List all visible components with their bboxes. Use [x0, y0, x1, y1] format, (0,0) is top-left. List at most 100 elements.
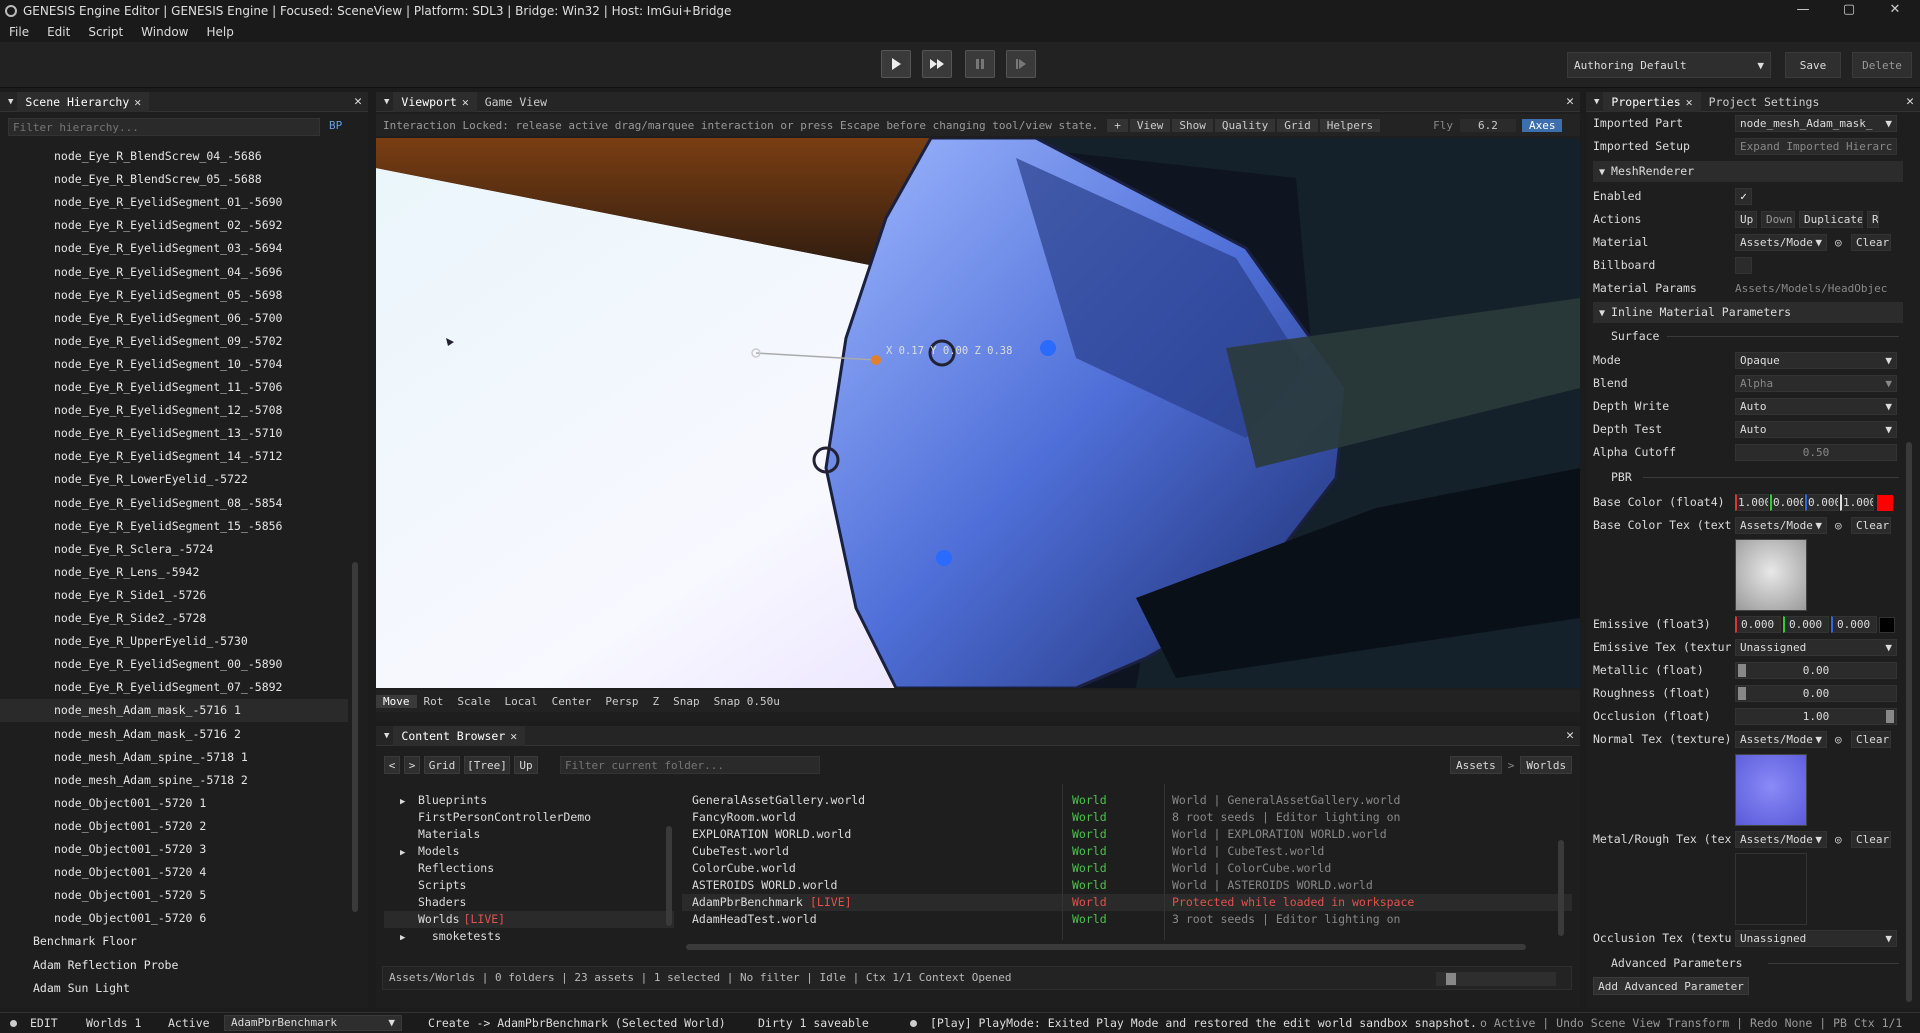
asset-list-vscrollbar[interactable]	[1558, 840, 1564, 936]
hierarchy-item[interactable]: node_Eye_R_Side2_-5728	[0, 607, 348, 630]
emissive-r[interactable]: 0.000	[1735, 616, 1781, 633]
folder-item[interactable]: ▶ __smoketests	[384, 928, 674, 940]
hierarchy-item[interactable]: node_Eye_R_EyelidSegment_05_-5698	[0, 284, 348, 307]
forward-button[interactable]: >	[404, 756, 420, 774]
move-tool-button[interactable]: Move	[376, 694, 417, 708]
inline-material-header[interactable]: ▼ Inline Material Parameters	[1593, 302, 1903, 323]
up-folder-button[interactable]: Up	[514, 756, 538, 774]
hierarchy-item[interactable]: node_mesh_Adam_spine_-5718 2	[0, 769, 348, 792]
occlusion-slider[interactable]: 1.00	[1735, 708, 1897, 725]
add-advanced-parameter-button[interactable]: Add Advanced Parameter	[1593, 977, 1749, 995]
hierarchy-item[interactable]: node_Eye_R_EyelidSegment_06_-5700	[0, 307, 348, 330]
close-tab-icon[interactable]: ✕	[1686, 95, 1693, 109]
hierarchy-item[interactable]: node_Eye_R_LowerEyelid_-5722	[0, 468, 348, 491]
hierarchy-item[interactable]: node_Eye_R_EyelidSegment_02_-5692	[0, 214, 348, 237]
folder-item[interactable]: ▶ Blueprints	[384, 792, 674, 809]
depth-test-combo[interactable]: Auto ▼	[1735, 421, 1897, 438]
snap-toggle[interactable]: Snap	[666, 695, 707, 708]
viewport-render[interactable]	[376, 138, 1580, 688]
folder-item[interactable]: Worlds [LIVE]	[384, 911, 674, 928]
grid-menu-button[interactable]: Grid	[1277, 118, 1318, 132]
asset-row[interactable]: FancyRoom.world World 8 root seeds | Edito…	[682, 809, 1572, 826]
helpers-menu-button[interactable]: Helpers	[1319, 118, 1381, 132]
tree-expand-icon[interactable]: ▶	[384, 930, 410, 940]
z-axis-toggle[interactable]: Z	[646, 695, 667, 708]
base-color-g[interactable]: 0.000	[1770, 494, 1804, 511]
occlusion-tex-combo[interactable]: Unassigned ▼	[1735, 930, 1897, 947]
layout-combo[interactable]: Authoring Default ▼	[1567, 52, 1771, 78]
hierarchy-item[interactable]: node_Eye_R_EyelidSegment_15_-5856	[0, 515, 348, 538]
tab-scene-hierarchy[interactable]: Scene Hierarchy ✕	[17, 91, 150, 112]
folder-item[interactable]: Scripts	[384, 877, 674, 894]
collapse-icon[interactable]: ▼	[384, 97, 389, 107]
quality-menu-button[interactable]: Quality	[1214, 118, 1276, 132]
menu-window[interactable]: Window	[132, 25, 197, 39]
base-color-a[interactable]: 1.000	[1840, 494, 1874, 511]
hierarchy-item[interactable]: node_mesh_Adam_spine_-5718 1	[0, 746, 348, 769]
metallic-slider[interactable]: 0.00	[1735, 662, 1897, 679]
tab-properties[interactable]: Properties ✕	[1603, 91, 1701, 112]
base-color-swatch[interactable]	[1877, 495, 1893, 511]
show-menu-button[interactable]: Show	[1172, 118, 1213, 132]
axes-toggle[interactable]: Axes	[1521, 118, 1563, 132]
normal-texture-thumbnail[interactable]	[1735, 754, 1807, 826]
hierarchy-item[interactable]: node_mesh_Adam_mask_-5716 1	[0, 699, 348, 723]
enabled-checkbox[interactable]: ✓	[1735, 188, 1752, 205]
breadcrumb-worlds[interactable]: Worlds	[1520, 756, 1573, 774]
hierarchy-item[interactable]: node_Eye_R_EyelidSegment_08_-5854	[0, 492, 348, 515]
slider-thumb[interactable]	[1886, 710, 1894, 723]
slider-thumb[interactable]	[1738, 664, 1746, 677]
menu-file[interactable]: File	[0, 25, 38, 39]
duplicate-button[interactable]: Duplicate	[1799, 211, 1863, 228]
delete-button[interactable]: Delete	[1852, 52, 1912, 78]
tree-view-button[interactable]: [Tree]	[464, 756, 510, 774]
slider-thumb[interactable]	[1738, 687, 1746, 700]
asset-row[interactable]: EXPLORATION WORLD.world World World | EXPL…	[682, 826, 1572, 843]
locate-icon[interactable]: ◎	[1835, 231, 1842, 254]
metal-rough-tex-clear-button[interactable]: Clear	[1851, 831, 1891, 848]
material-clear-button[interactable]: Clear	[1851, 234, 1891, 251]
hierarchy-item[interactable]: node_Eye_R_EyelidSegment_11_-5706	[0, 376, 348, 399]
add-button[interactable]: +	[1107, 118, 1128, 132]
locate-icon[interactable]: ◎	[1835, 728, 1842, 751]
step-button[interactable]	[1006, 50, 1036, 78]
back-button[interactable]: <	[384, 756, 400, 774]
menu-edit[interactable]: Edit	[38, 25, 79, 39]
material-combo[interactable]: Assets/Mode ▼	[1735, 234, 1827, 251]
save-button[interactable]: Save	[1785, 52, 1841, 78]
normal-tex-clear-button[interactable]: Clear	[1851, 731, 1891, 748]
breadcrumb-assets[interactable]: Assets	[1450, 756, 1502, 774]
hierarchy-root-item[interactable]: Adam Reflection Probe	[0, 954, 348, 977]
tab-project-settings[interactable]: Project Settings	[1701, 92, 1828, 112]
hierarchy-item[interactable]: node_Object001_-5720 2	[0, 815, 348, 838]
hierarchy-item[interactable]: node_Object001_-5720 6	[0, 907, 348, 930]
hierarchy-filter-input[interactable]	[8, 118, 320, 136]
hierarchy-root-item[interactable]: Adam Sun Light	[0, 977, 348, 1000]
hierarchy-item[interactable]: node_Object001_-5720 3	[0, 838, 348, 861]
close-panel-icon[interactable]: ✕	[354, 92, 362, 112]
snap-size-field[interactable]: Snap 0.50u	[707, 695, 787, 708]
mode-combo[interactable]: Opaque ▼	[1735, 352, 1897, 369]
emissive-b[interactable]: 0.000	[1831, 616, 1877, 633]
collapse-icon[interactable]: ▼	[8, 97, 13, 107]
folder-item[interactable]: Reflections	[384, 860, 674, 877]
close-tab-icon[interactable]: ✕	[134, 95, 141, 109]
play-button[interactable]	[881, 50, 911, 78]
pivot-center-toggle[interactable]: Center	[545, 695, 599, 708]
asset-row[interactable]: ColorCube.world World World | ColorCube.wo…	[682, 860, 1572, 877]
remove-button[interactable]: R	[1867, 211, 1879, 228]
tab-content-browser[interactable]: Content Browser ✕	[393, 725, 526, 746]
hierarchy-item[interactable]: node_Eye_R_Sclera_-5724	[0, 538, 348, 561]
hierarchy-item[interactable]: node_Eye_R_EyelidSegment_04_-5696	[0, 261, 348, 284]
mesh-renderer-header[interactable]: ▼ MeshRenderer	[1593, 161, 1903, 182]
hierarchy-item[interactable]: node_Eye_R_EyelidSegment_14_-5712	[0, 445, 348, 468]
move-down-button[interactable]: Down	[1761, 211, 1795, 228]
hierarchy-item[interactable]: node_Eye_R_BlendScrew_04_-5686	[0, 145, 348, 168]
perspective-toggle[interactable]: Persp	[598, 695, 645, 708]
scale-tool-button[interactable]: Scale	[450, 695, 497, 708]
emissive-swatch[interactable]	[1879, 617, 1895, 633]
close-panel-icon[interactable]: ✕	[1906, 92, 1914, 112]
emissive-tex-combo[interactable]: Unassigned ▼	[1735, 639, 1897, 656]
menu-help[interactable]: Help	[197, 25, 242, 39]
hierarchy-item[interactable]: node_Eye_R_EyelidSegment_10_-5704	[0, 353, 348, 376]
